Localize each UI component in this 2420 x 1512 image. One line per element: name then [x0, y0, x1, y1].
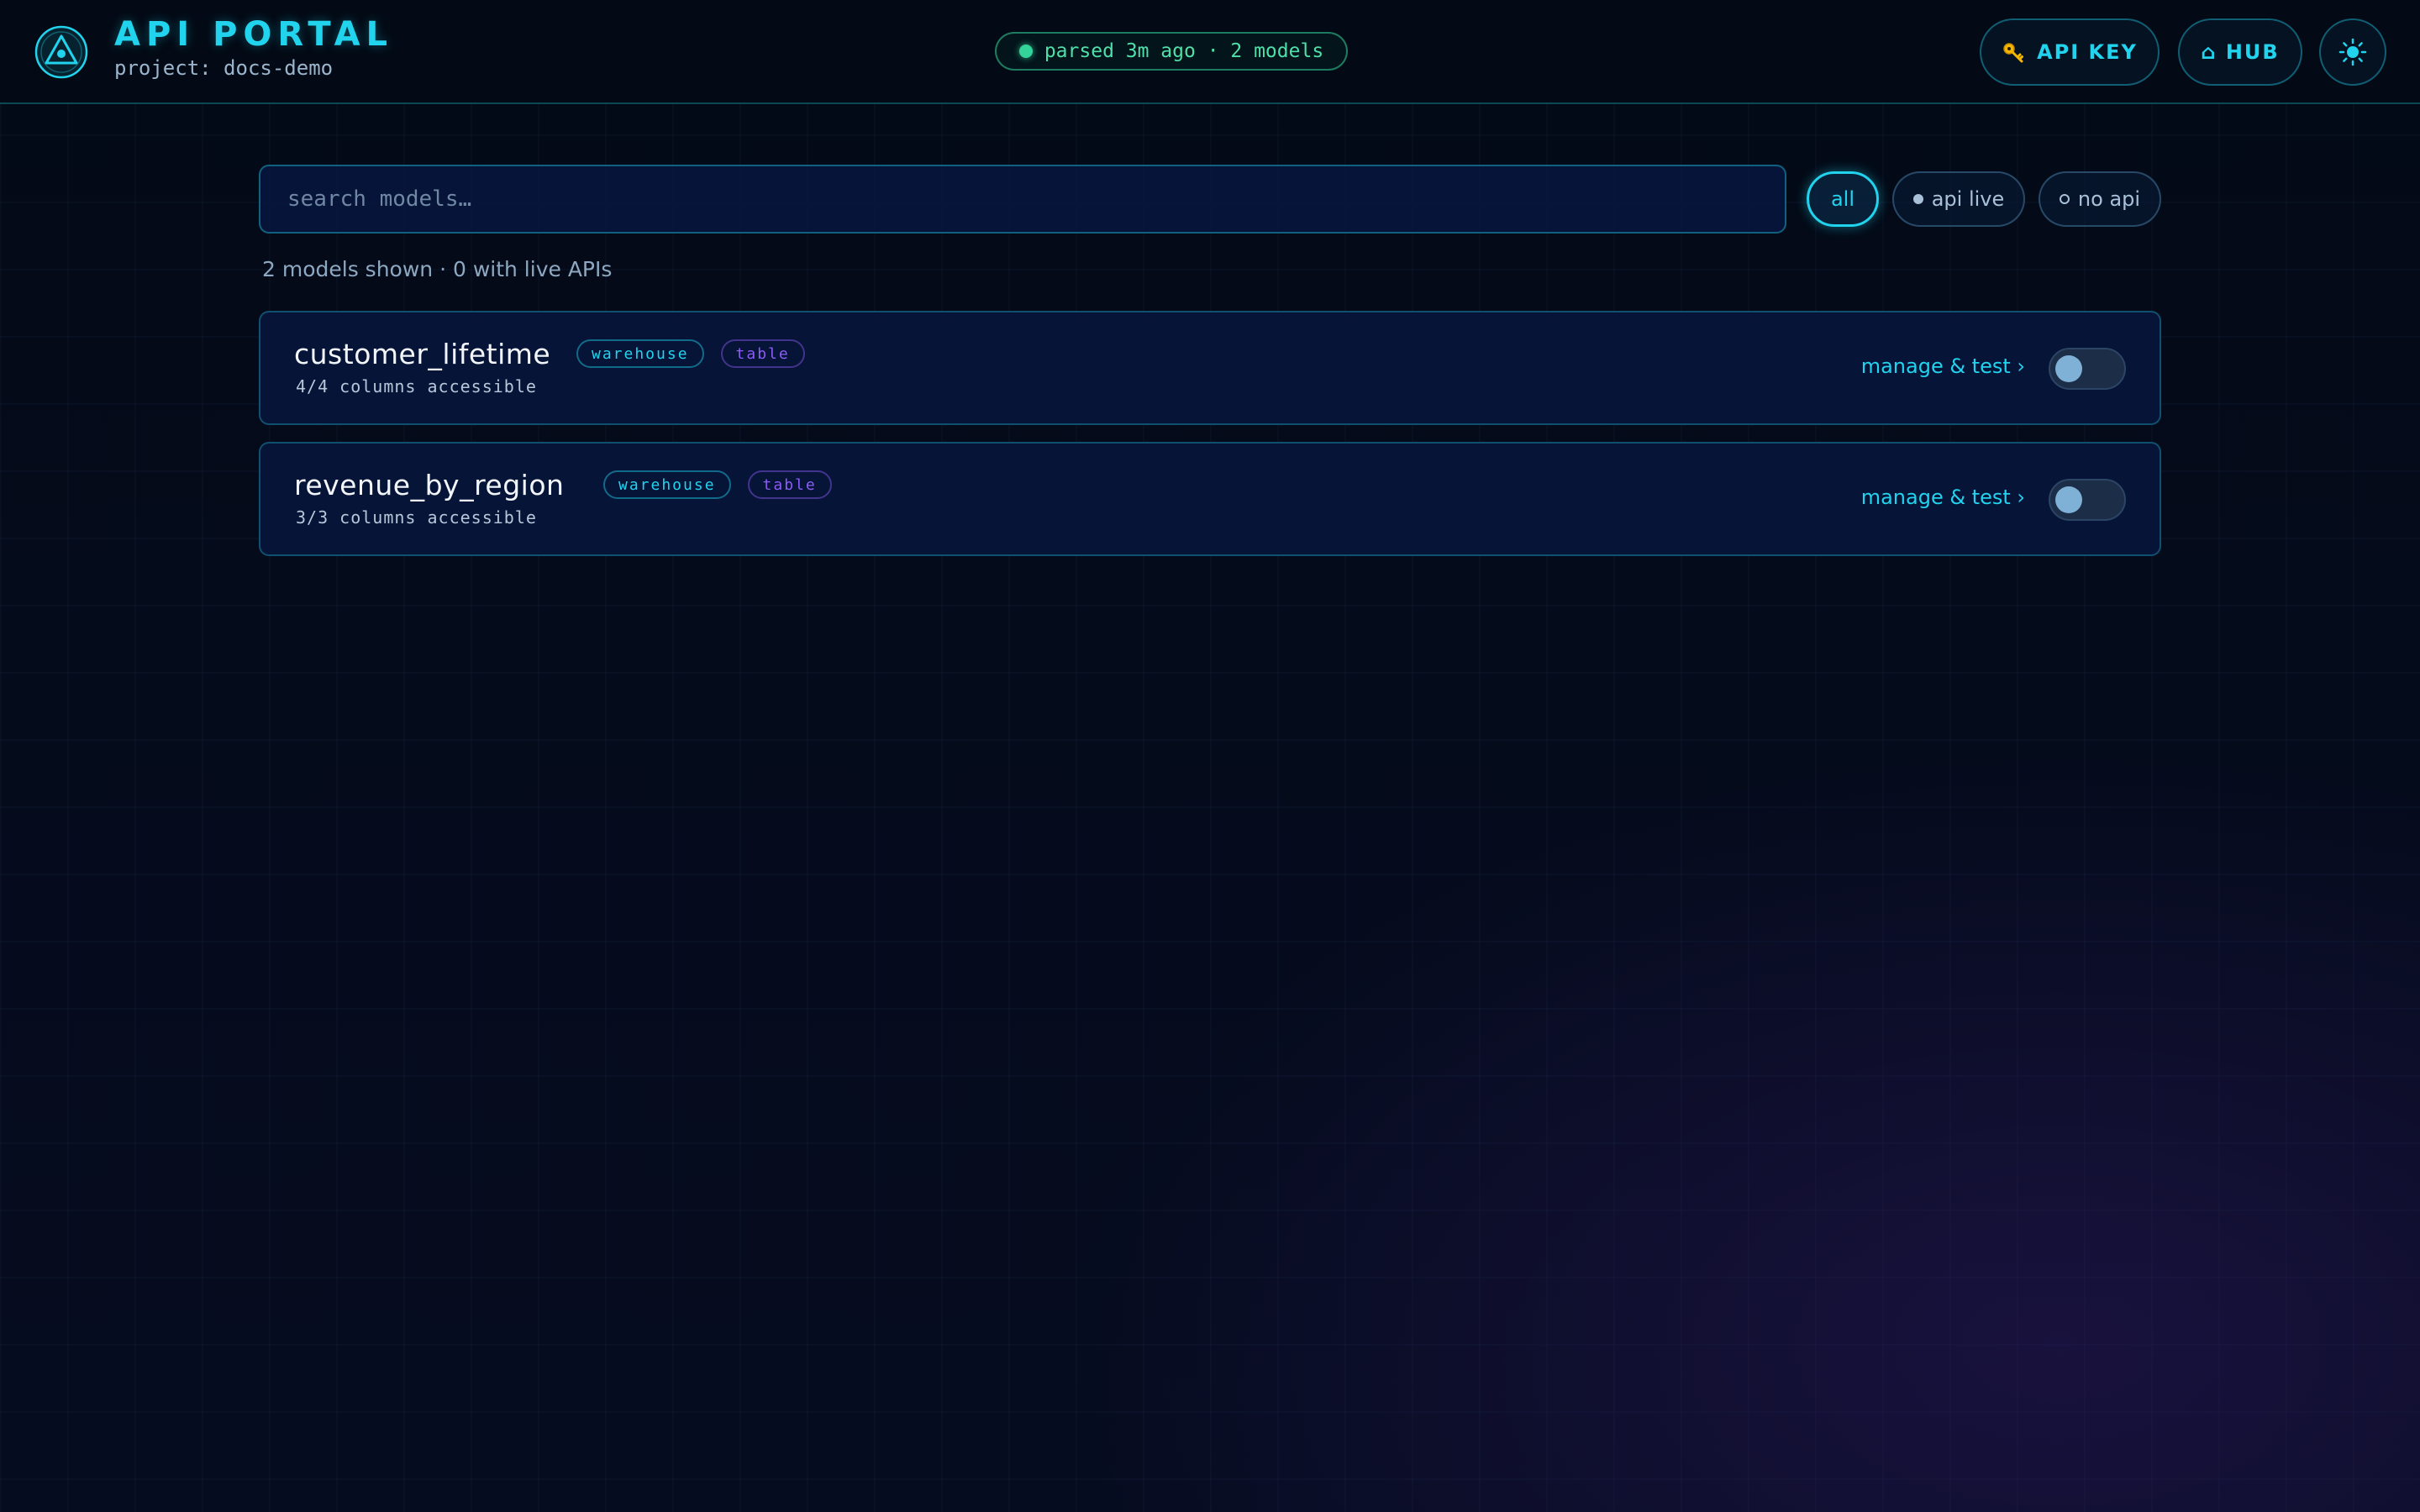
api-toggle[interactable]: [2049, 479, 2126, 521]
model-name: revenue_by_region: [294, 469, 565, 501]
results-summary: 2 models shown · 0 with live APIs: [262, 257, 613, 281]
project-name: project: docs-demo: [114, 56, 334, 80]
filter-api-live[interactable]: api live: [1892, 171, 2025, 227]
parse-status-badge: parsed 3m ago · 2 models: [995, 32, 1348, 71]
toggle-knob: [2055, 355, 2082, 382]
hollow-dot-icon: [2059, 194, 2070, 204]
filter-no-api[interactable]: no api: [2039, 171, 2161, 227]
manage-test-link[interactable]: manage & test ›: [1861, 354, 2025, 378]
model-tags: warehouse table: [576, 339, 805, 368]
tag-warehouse: warehouse: [576, 339, 704, 368]
tag-type: table: [747, 470, 832, 499]
logo-triangle-icon[interactable]: [34, 24, 89, 80]
toggle-knob: [2055, 486, 2082, 513]
status-text: parsed 3m ago · 2 models: [1044, 40, 1324, 62]
model-search: [259, 165, 1786, 234]
api-key-label: API KEY: [2037, 40, 2138, 64]
filter-api-live-label: api live: [1931, 187, 2005, 211]
filter-all-label: all: [1830, 187, 1855, 211]
hub-button[interactable]: ⌂ HUB: [2178, 18, 2302, 86]
columns-accessible: 4/4 columns accessible: [296, 376, 537, 396]
hub-label: ⌂ HUB: [2201, 40, 2280, 64]
model-card[interactable]: customer_lifetime warehouse table 4/4 co…: [259, 311, 2161, 425]
model-tags: warehouse table: [603, 470, 832, 499]
manage-test-link[interactable]: manage & test ›: [1861, 486, 2025, 509]
model-card[interactable]: revenue_by_region warehouse table 3/3 co…: [259, 442, 2161, 556]
api-key-button[interactable]: API KEY: [1980, 18, 2160, 86]
status-dot-icon: [1018, 45, 1033, 58]
key-icon: [2002, 40, 2025, 64]
columns-accessible: 3/3 columns accessible: [296, 507, 537, 528]
search-input[interactable]: [260, 166, 1785, 232]
app-header: API PORTAL project: docs-demo parsed 3m …: [0, 0, 2420, 104]
model-name: customer_lifetime: [294, 338, 551, 370]
tag-type: table: [720, 339, 805, 368]
filter-all[interactable]: all: [1807, 171, 1879, 227]
api-toggle[interactable]: [2049, 348, 2126, 390]
tag-warehouse: warehouse: [603, 470, 731, 499]
sun-icon: [2338, 38, 2367, 66]
theme-toggle-button[interactable]: [2319, 18, 2386, 86]
filled-dot-icon: [1912, 194, 1923, 204]
app-title: API PORTAL: [114, 15, 394, 54]
filter-no-api-label: no api: [2077, 187, 2141, 211]
